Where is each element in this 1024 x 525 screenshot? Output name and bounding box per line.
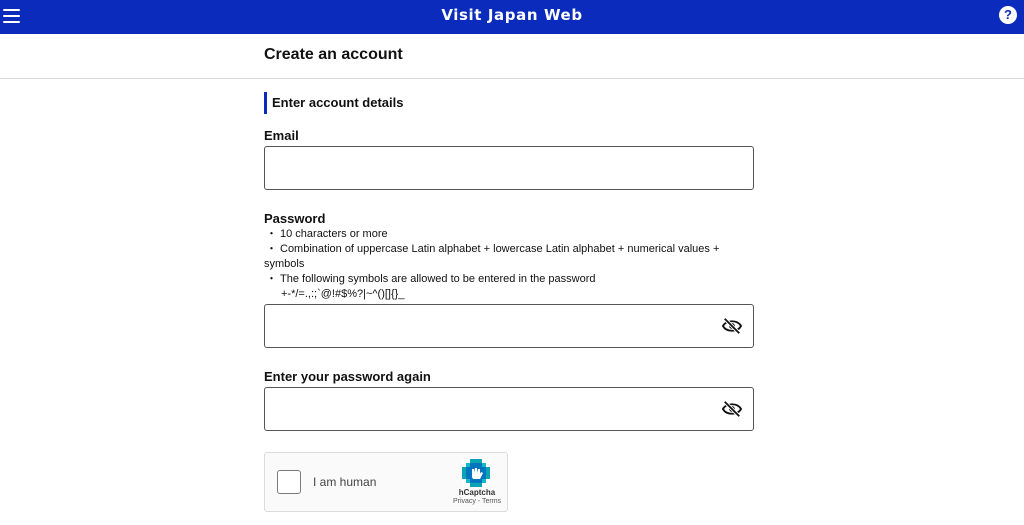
confirm-password-field[interactable]	[275, 388, 709, 432]
password-field[interactable]	[275, 305, 709, 349]
password-allowed-symbols: +-*/=.,:;`@!#$%?|~^()[]{}_	[281, 288, 405, 300]
email-field-box	[264, 146, 754, 191]
captcha-brand: hCaptcha	[458, 488, 496, 497]
email-field[interactable]	[275, 147, 709, 191]
eye-slash-icon[interactable]	[721, 316, 743, 336]
page-title: Create an account	[264, 46, 403, 63]
password-rule-length: ・ 10 characters or more	[266, 228, 388, 240]
email-label: Email	[264, 128, 299, 143]
password-rules: ・ 10 characters or more ・ Combination of u…	[264, 227, 754, 302]
eye-slash-icon[interactable]	[721, 399, 743, 419]
captcha-checkbox[interactable]	[277, 470, 301, 494]
captcha-privacy-link[interactable]: Privacy	[453, 498, 476, 505]
captcha-widget: I am human hCaptcha Privacy - Terms	[264, 452, 508, 512]
password-label: Password	[264, 211, 326, 226]
top-navigation-bar: Visit Japan Web ?	[0, 0, 1024, 34]
confirm-password-field-box	[264, 387, 754, 432]
page-header: Create an account	[0, 34, 1024, 79]
hcaptcha-logo-icon	[462, 459, 490, 487]
captcha-links: Privacy - Terms	[445, 498, 509, 505]
captcha-label: I am human	[313, 475, 377, 489]
hamburger-menu-icon[interactable]	[3, 8, 20, 24]
confirm-password-label: Enter your password again	[264, 369, 431, 384]
question-mark-icon[interactable]: ?	[999, 6, 1017, 24]
password-field-box	[264, 304, 754, 349]
password-rule-combination: ・ Combination of uppercase Latin alphabet…	[264, 243, 720, 270]
password-rule-symbols: ・ The following symbols are allowed to be…	[266, 273, 596, 285]
captcha-terms-link[interactable]: Terms	[482, 498, 501, 505]
section-heading: Enter account details	[264, 92, 403, 114]
site-title: Visit Japan Web	[441, 6, 583, 24]
